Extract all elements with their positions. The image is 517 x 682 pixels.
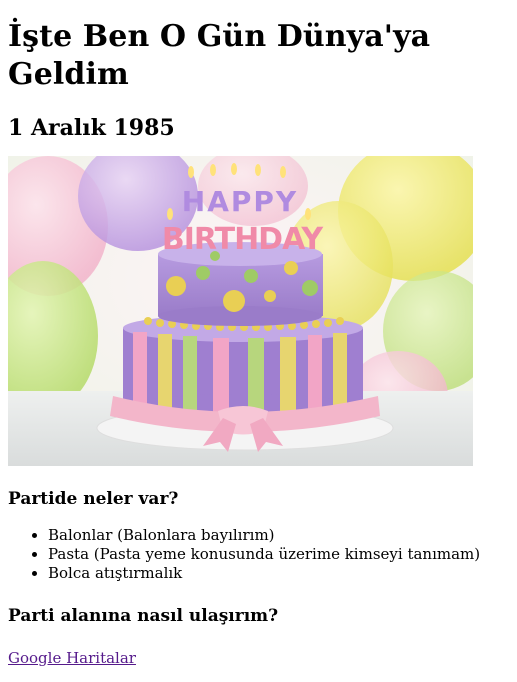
page: İşte Ben O Gün Dünya'ya Geldim 1 Aralık … [0,18,517,667]
candle-text-birthday: BIRTHDAY [162,222,325,257]
list-item: Balonlar (Balonlara bayılırım) [48,526,509,545]
birth-date-heading: 1 Aralık 1985 [8,115,175,141]
birthday-cake-image: HAPPY BIRTHDAY [8,156,473,466]
page-title: İşte Ben O Gün Dünya'ya Geldim [8,19,431,92]
candle-text-happy: HAPPY [182,185,298,218]
list-item: Pasta (Pasta yeme konusunda üzerime kims… [48,545,509,564]
location-section-heading: Parti alanına nasıl ulaşırım? [8,606,279,626]
google-maps-link[interactable]: Google Haritalar [8,649,136,667]
list-item: Bolca atıştırmalık [48,564,509,583]
party-section-heading: Partide neler var? [8,489,179,509]
party-items-list: Balonlar (Balonlara bayılırım) Pasta (Pa… [8,526,509,583]
